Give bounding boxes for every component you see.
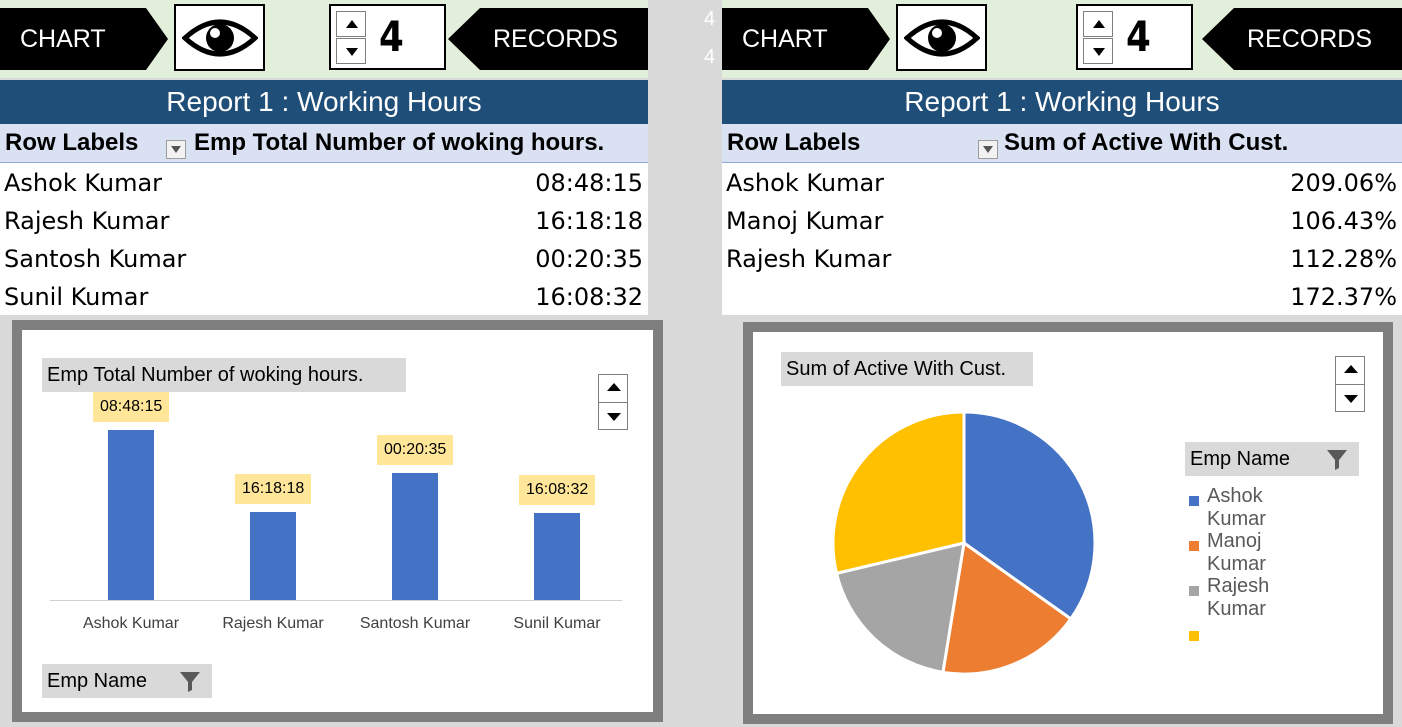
value-header: Sum of Active With Cust. (1004, 129, 1289, 156)
bar-chart-frame: Emp Total Number of woking hours. 08:48:… (12, 320, 663, 722)
left-report-panel: CHART 4 RECORDS Report 1 : Working Hours… (0, 0, 663, 727)
arrow-up-icon (1093, 20, 1105, 28)
table-row: 172.37% (722, 277, 1402, 315)
x-tick-label: Ashok Kumar (82, 615, 180, 632)
row-name: Sunil Kumar (4, 283, 149, 311)
x-tick-label: Sunil Kumar (513, 615, 601, 632)
row-labels-header: Row Labels (5, 129, 139, 156)
records-count-value: 4 (1126, 12, 1151, 61)
row-value: 16:18:18 (535, 207, 643, 235)
show-chart-button[interactable] (174, 4, 265, 71)
pivot-table: Row Labels Sum of Active With Cust. Asho… (722, 124, 1402, 315)
row-name: Manoj Kumar (726, 207, 884, 235)
row-name: Santosh Kumar (4, 245, 187, 273)
right-report-panel: CHART 4 RECORDS Report 1 : Working Hours… (722, 0, 1402, 727)
control-bar: CHART 4 RECORDS (0, 0, 648, 78)
eye-icon (904, 19, 980, 57)
bar (392, 472, 438, 600)
row-value: 172.37% (1290, 283, 1397, 311)
legend-swatch (1189, 496, 1199, 506)
bar-chart-plot: 08:48:15 Ashok Kumar 16:18:18 Rajesh Kumar 0… (22, 330, 653, 712)
eye-icon (182, 19, 258, 57)
x-axis-line (50, 600, 622, 601)
arrow-down-icon (1093, 48, 1105, 56)
row-value: 08:48:15 (535, 169, 643, 197)
arrow-up-icon (346, 20, 358, 28)
pie-chart-plot (831, 410, 1097, 676)
row-name: Rajesh Kumar (4, 207, 170, 235)
row-value: 209.06% (1290, 169, 1397, 197)
legend-entry: Manoj Kumar (1207, 530, 1266, 575)
records-decrement-button[interactable] (336, 38, 366, 64)
row-value: 106.43% (1290, 207, 1397, 235)
records-increment-button[interactable] (336, 11, 366, 37)
legend-field-button[interactable]: Emp Name (1185, 442, 1359, 476)
bar (108, 430, 154, 600)
bar-data-label: 16:08:32 (519, 475, 596, 506)
filter-funnel-icon (180, 672, 200, 692)
records-count-box: 4 (329, 4, 446, 70)
records-label: RECORDS (448, 8, 648, 70)
records-label: RECORDS (1202, 8, 1402, 70)
show-chart-button[interactable] (896, 4, 987, 71)
row-value: 16:08:32 (535, 283, 643, 311)
records-increment-button[interactable] (1083, 11, 1113, 37)
x-tick-label: Rajesh Kumar (222, 615, 324, 632)
control-bar: CHART 4 RECORDS (722, 0, 1402, 78)
stray-number: 4 (704, 8, 716, 30)
pivot-header-row: Row Labels Sum of Active With Cust. (722, 124, 1402, 163)
row-name: Rajesh Kumar (726, 245, 892, 273)
table-row: Ashok Kumar 08:48:15 (0, 163, 648, 201)
emp-name-field-button[interactable]: Emp Name (42, 664, 212, 698)
row-value: 00:20:35 (535, 245, 643, 273)
records-decrement-button[interactable] (1083, 38, 1113, 64)
legend-swatch (1189, 586, 1199, 596)
x-tick-label: Santosh Kumar (359, 615, 471, 632)
legend-swatch (1189, 541, 1199, 551)
filter-funnel-icon (1327, 450, 1347, 470)
value-header: Emp Total Number of woking hours. (194, 129, 605, 156)
chart-toggle-label: CHART (0, 8, 168, 70)
chart-toggle-label: CHART (722, 8, 890, 70)
pie-chart-frame: Sum of Active With Cust. Emp Name Ashok … (743, 322, 1393, 724)
bar (250, 511, 296, 600)
table-row: Rajesh Kumar 16:18:18 (0, 201, 648, 239)
report-title: Report 1 : Working Hours (0, 80, 648, 124)
records-count-value: 4 (379, 12, 404, 61)
row-labels-header: Row Labels (727, 129, 861, 156)
row-labels-filter-button[interactable] (978, 140, 998, 159)
table-row: Santosh Kumar 00:20:35 (0, 239, 648, 277)
pivot-header-row: Row Labels Emp Total Number of woking ho… (0, 124, 648, 163)
legend-entry: Ashok Kumar (1207, 485, 1266, 530)
report-title: Report 1 : Working Hours (722, 80, 1402, 124)
row-name: Ashok Kumar (4, 169, 163, 197)
table-row: Sunil Kumar 16:08:32 (0, 277, 648, 315)
legend-swatch (1189, 631, 1199, 641)
table-row: Ashok Kumar 209.06% (722, 163, 1402, 201)
bar-data-label: 00:20:35 (377, 434, 454, 465)
table-row: Manoj Kumar 106.43% (722, 201, 1402, 239)
bar (534, 513, 580, 600)
row-labels-filter-button[interactable] (166, 140, 186, 159)
pie-slice (831, 410, 966, 576)
table-row: Rajesh Kumar 112.28% (722, 239, 1402, 277)
bar-data-label: 08:48:15 (93, 392, 170, 422)
legend-entry: Rajesh Kumar (1207, 575, 1270, 620)
pivot-table: Row Labels Emp Total Number of woking ho… (0, 124, 648, 315)
row-name: Ashok Kumar (726, 169, 885, 197)
field-button-label: Emp Name (47, 670, 148, 692)
arrow-down-icon (346, 48, 358, 56)
legend-title: Emp Name (1190, 448, 1291, 470)
filter-icon (171, 146, 181, 153)
bar-data-label: 16:18:18 (235, 473, 312, 504)
stray-number: 4 (704, 46, 716, 68)
records-count-box: 4 (1076, 4, 1193, 70)
filter-icon (983, 146, 993, 153)
row-value: 112.28% (1290, 245, 1397, 273)
